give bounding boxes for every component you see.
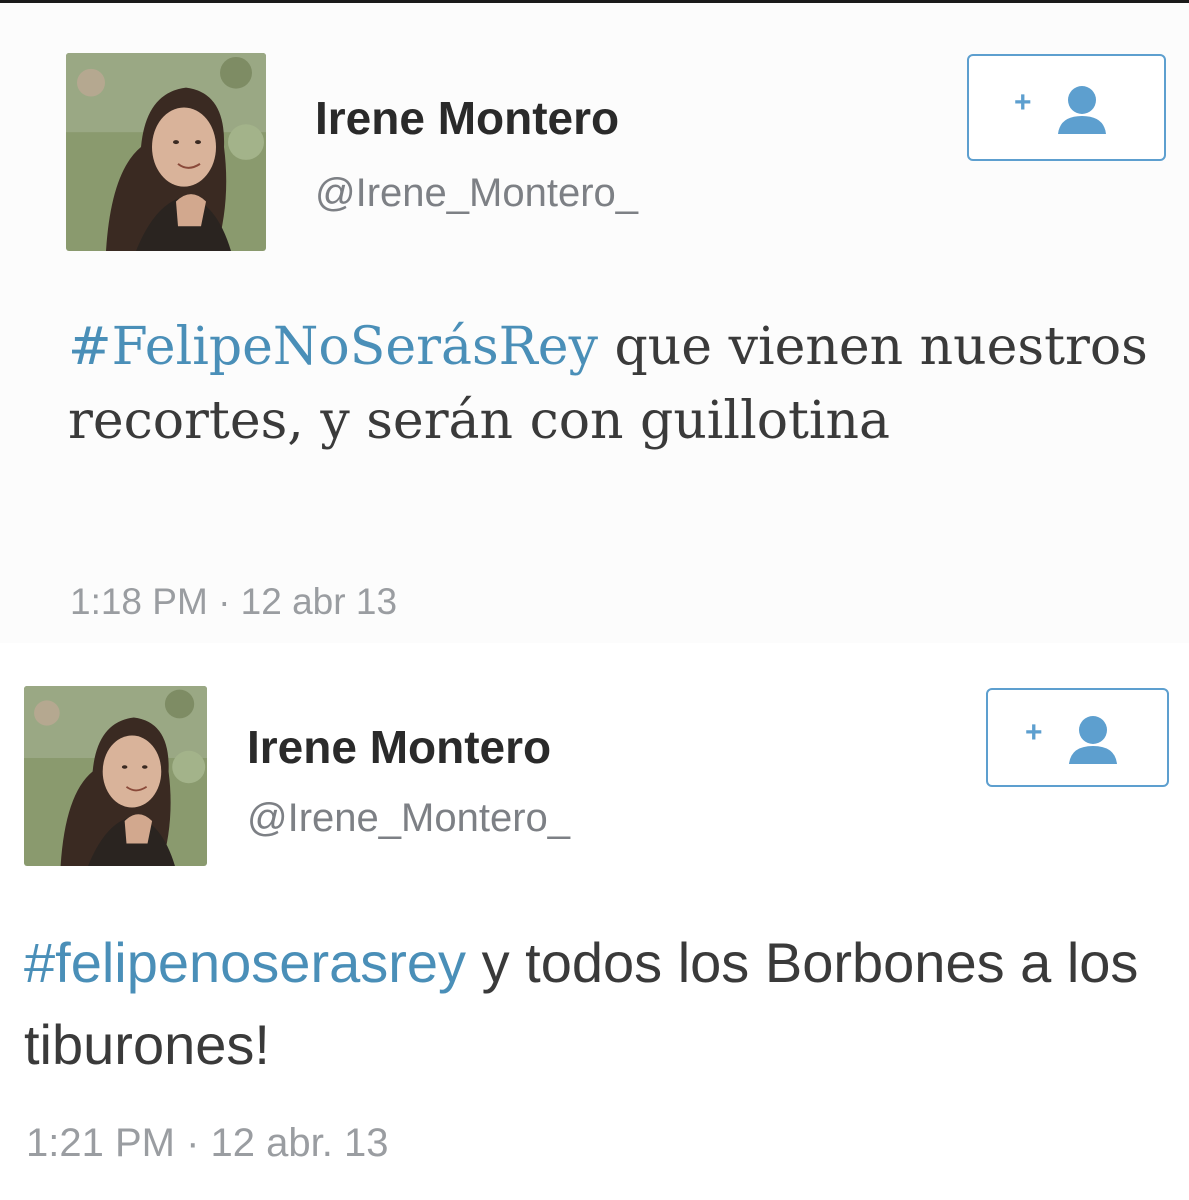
tweet-card: Irene Montero @Irene_Montero_ + #felipen… [0,672,1189,1200]
avatar[interactable] [66,53,266,251]
author-handle[interactable]: @Irene_Montero_ [247,796,570,841]
hashtag-link[interactable]: #felipenoserasrey [24,931,466,994]
add-user-icon: + [1025,715,1117,764]
add-user-icon: + [1014,85,1106,134]
svg-text:+: + [1014,86,1032,119]
tweet-timestamp[interactable]: 1:18 PM · 12 abr 13 [70,581,397,623]
avatar[interactable] [24,686,207,866]
svg-text:+: + [1025,716,1043,749]
author-handle[interactable]: @Irene_Montero_ [315,171,638,216]
tweet-text: #FelipeNoSerásRey que vienen nuestros re… [68,310,1148,458]
avatar-photo [24,686,207,866]
tweet-timestamp[interactable]: 1:21 PM · 12 abr. 13 [26,1121,388,1166]
follow-button[interactable]: + [986,688,1169,787]
tweet-card: Irene Montero @Irene_Montero_ + #FelipeN… [0,3,1189,643]
hashtag-link[interactable]: #FelipeNoSerásRey [68,317,598,377]
tweet-text: #felipenoserasrey y todos los Borbones a… [24,922,1144,1086]
author-name[interactable]: Irene Montero [315,91,619,145]
avatar-photo [66,53,266,251]
author-name[interactable]: Irene Montero [247,720,551,774]
follow-button[interactable]: + [967,54,1166,161]
